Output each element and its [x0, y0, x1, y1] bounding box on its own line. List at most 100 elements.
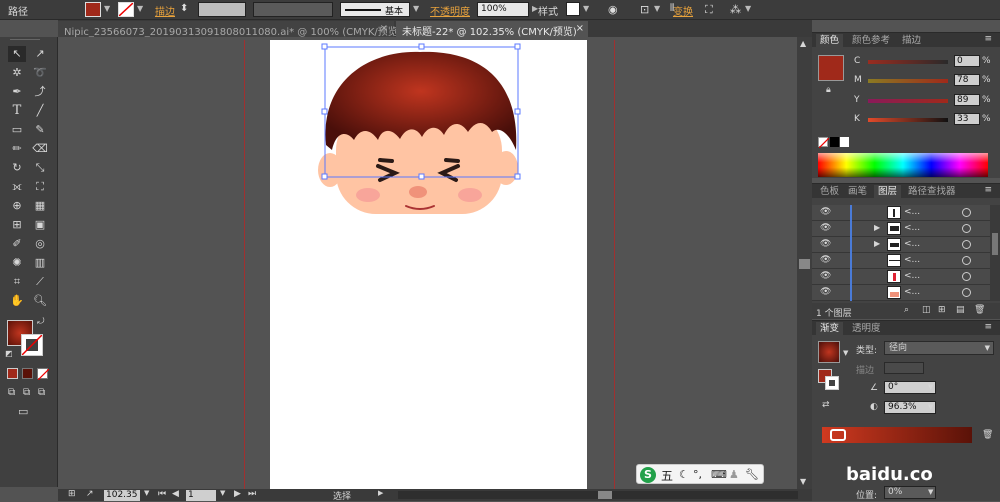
hand-tool-icon[interactable]: ✋	[8, 293, 26, 309]
stroke-label[interactable]: 描边	[155, 3, 175, 18]
screen-mode-icon[interactable]: ▭	[18, 405, 28, 418]
target-icon[interactable]	[962, 208, 971, 217]
opacity-label[interactable]: 不透明度	[430, 3, 470, 18]
chevron-down-icon[interactable]: ▼	[104, 4, 110, 13]
lasso-tool-icon[interactable]: ➰	[31, 65, 49, 81]
selection-tool-icon[interactable]: ↖	[8, 46, 26, 62]
chevron-down-icon[interactable]: ▼	[928, 403, 933, 411]
ime-mode-label[interactable]: 五	[661, 467, 673, 484]
pen-tool-icon[interactable]: ✒	[8, 84, 26, 100]
toolbox-grip[interactable]	[10, 39, 40, 42]
curvature-tool-icon[interactable]: ⤴	[31, 84, 49, 100]
share-icon[interactable]: ↗	[86, 489, 94, 499]
draw-behind-icon[interactable]: ⧉	[23, 387, 30, 398]
chevron-down-icon[interactable]: ▼	[583, 4, 589, 13]
chevron-down-icon[interactable]: ▼	[928, 383, 933, 391]
panel-menu-icon[interactable]: ≡	[984, 322, 992, 332]
perspective-grid-tool-icon[interactable]: ▦	[31, 198, 49, 214]
target-icon[interactable]	[962, 256, 971, 265]
scroll-down-arrow-icon[interactable]: ▼	[800, 477, 806, 486]
color-spectrum[interactable]	[818, 153, 988, 177]
y-value-field[interactable]: 89	[954, 94, 980, 106]
chevron-down-icon[interactable]: ▼	[843, 349, 848, 357]
chevron-down-icon[interactable]: ▼	[413, 4, 419, 13]
draw-inside-icon[interactable]: ⧉	[38, 387, 45, 398]
tab-color[interactable]: 颜色	[816, 34, 844, 47]
paintbrush-tool-icon[interactable]: ✎	[31, 122, 49, 138]
rectangle-tool-icon[interactable]: ▭	[8, 122, 26, 138]
variable-width-select[interactable]	[253, 2, 333, 17]
zoom-field[interactable]: 102.35	[104, 490, 140, 501]
target-icon[interactable]	[962, 240, 971, 249]
rotate-tool-icon[interactable]: ↻	[8, 160, 26, 176]
chevron-down-icon[interactable]: ▼	[137, 4, 143, 13]
tab-stroke[interactable]: 描边	[898, 34, 925, 47]
stroke-gradient-buttons[interactable]	[884, 362, 924, 374]
locate-object-icon[interactable]: ⌕	[904, 305, 909, 315]
isolate-icon[interactable]: ⛶	[705, 3, 713, 17]
horizontal-scrollbar[interactable]	[398, 491, 798, 499]
recolor-icon[interactable]: ◉	[608, 3, 618, 16]
wrench-icon[interactable]: 🔧︎	[745, 468, 759, 481]
artboard-number-field[interactable]: 1	[186, 490, 216, 501]
gradient-preview-swatch[interactable]	[818, 341, 840, 363]
fill-swatch[interactable]	[85, 2, 101, 17]
skin-icon[interactable]: ♟	[729, 468, 739, 481]
none-color-button[interactable]	[818, 137, 829, 148]
keyboard-icon[interactable]: ⌨	[711, 468, 727, 481]
chevron-down-icon[interactable]: ▼	[928, 488, 933, 496]
target-icon[interactable]	[962, 224, 971, 233]
eyedropper-tool-icon[interactable]: ✐	[8, 236, 26, 252]
layers-scrollbar[interactable]	[990, 205, 1000, 301]
stroke-weight-field[interactable]	[198, 2, 246, 17]
reverse-gradient-icon[interactable]: ⇄	[822, 400, 830, 410]
new-sublayer-icon[interactable]: ⊞	[938, 305, 946, 315]
swap-colors-icon[interactable]: ⤾	[37, 317, 45, 327]
black-color-button[interactable]	[830, 137, 839, 147]
tab-gradient[interactable]: 渐变	[816, 322, 844, 335]
draw-normal-icon[interactable]: ⧉	[8, 387, 15, 398]
artboard[interactable]	[270, 40, 587, 489]
eye-icon[interactable]: 👁︎	[820, 207, 831, 217]
c-value-field[interactable]: 0	[954, 55, 980, 67]
close-icon[interactable]: ×	[576, 23, 584, 34]
style-swatch[interactable]	[566, 2, 580, 16]
chevron-down-icon[interactable]: ▼	[654, 4, 660, 13]
eye-icon[interactable]: 👁︎	[820, 287, 831, 297]
previous-artboard-icon[interactable]: ◀	[172, 489, 179, 499]
stroke-color-swatch[interactable]	[21, 334, 43, 356]
close-icon[interactable]: ×	[380, 23, 388, 34]
tab-transparency[interactable]: 透明度	[848, 322, 885, 335]
moon-icon[interactable]: ☾	[679, 468, 689, 481]
gradient-stroke-box[interactable]	[825, 376, 839, 390]
slider-c[interactable]: C 0 %	[812, 55, 1000, 69]
new-layer-icon[interactable]: ▤	[956, 305, 965, 315]
shape-builder-tool-icon[interactable]: ⊕	[8, 198, 26, 214]
eye-icon[interactable]: 👁︎	[820, 255, 831, 265]
gradient-mode-button[interactable]	[22, 368, 33, 379]
target-icon[interactable]	[962, 272, 971, 281]
eye-icon[interactable]: 👁︎	[820, 223, 831, 233]
clipping-mask-icon[interactable]: ◫	[922, 305, 931, 315]
align-icon[interactable]: ⊡	[640, 3, 649, 16]
none-mode-button[interactable]	[37, 368, 49, 380]
panel-menu-icon[interactable]: ≡	[984, 34, 992, 44]
zoom-tool-icon[interactable]: 🔍︎	[31, 293, 49, 309]
expand-arrow-icon[interactable]: ▶	[874, 223, 880, 232]
graph-tool-icon[interactable]: ▥	[31, 255, 49, 271]
trash-icon[interactable]: 🗑︎	[982, 430, 993, 440]
punctuation-icon[interactable]: °,	[693, 468, 702, 481]
width-tool-icon[interactable]: ⟗	[8, 179, 26, 195]
tab-brushes[interactable]: 画笔	[844, 185, 871, 198]
scale-tool-icon[interactable]: ⤡	[31, 160, 49, 176]
layer-row[interactable]: 👁︎ ▶ <...	[812, 221, 992, 237]
direct-selection-tool-icon[interactable]: ↗	[31, 46, 49, 62]
stroke-swatch[interactable]	[118, 2, 134, 17]
trash-icon[interactable]: 🗑︎	[974, 305, 985, 315]
layer-row[interactable]: 👁︎ <...	[812, 205, 992, 221]
tab-color-guide[interactable]: 颜色参考	[848, 34, 894, 47]
tab-pathfinder[interactable]: 路径查找器	[904, 185, 960, 198]
artboard-nav-icon[interactable]: ⊞	[68, 489, 76, 499]
gradient-tool-icon[interactable]: ▣	[31, 217, 49, 233]
scrollbar-thumb[interactable]	[799, 259, 810, 269]
